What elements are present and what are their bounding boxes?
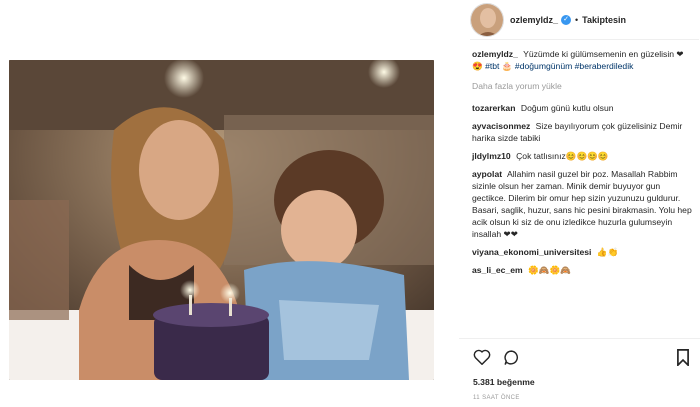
post-photo-area <box>0 0 459 407</box>
hashtag-tbt[interactable]: #tbt <box>485 61 499 71</box>
comment-username[interactable]: aypolat <box>472 169 502 179</box>
comment-item: as_li_ec_em 🌼🙈🌼🙈 <box>472 264 692 276</box>
hashtag-beraberdiledik[interactable]: #beraberdiledik <box>575 61 634 71</box>
bookmark-icon[interactable] <box>676 349 690 371</box>
post-photo[interactable] <box>9 60 434 380</box>
comment-item: aypolat Allahim nasil guzel bir poz. Mas… <box>472 168 692 240</box>
comment-text: Doğum günü kutlu olsun <box>520 103 614 113</box>
caption-username[interactable]: ozlemyldz_ <box>472 49 518 59</box>
comment-item: jldylmz10 Çok tatlısınız😊😊😊😊 <box>472 150 692 162</box>
comment-username[interactable]: viyana_ekonomi_universitesi <box>472 247 591 257</box>
comment-item: tozarerkan Doğum günü kutlu olsun <box>472 102 692 114</box>
comment-username[interactable]: ayvacisonmez <box>472 121 530 131</box>
comment-bubble-icon[interactable] <box>503 349 520 371</box>
post-author-username[interactable]: ozlemyldz_ <box>510 15 558 25</box>
comment-item: ayvacisonmez Size bayılıyorum çok güzeli… <box>472 120 692 144</box>
like-count[interactable]: 5.381 beğenme <box>473 377 535 387</box>
load-more-comments-link[interactable]: Daha fazla yorum yükle <box>472 80 692 92</box>
comment-username[interactable]: as_li_ec_em <box>472 265 523 275</box>
comment-username[interactable]: tozarerkan <box>472 103 515 113</box>
bookmark-icon-svg <box>677 349 689 368</box>
hashtag-dogumgunum[interactable]: #doğumgünüm <box>515 61 572 71</box>
comment-list: ozlemyldz_ Yüzümde ki gülümsemenin en gü… <box>472 48 692 282</box>
comment-text: 👍👏 <box>596 247 619 257</box>
post-header: ozlemyldz_ ✓ • Takiptesin <box>470 0 699 40</box>
heart-outline-icon[interactable] <box>473 349 491 371</box>
avatar-image <box>471 3 503 36</box>
comment-icon-svg <box>504 350 518 365</box>
verified-badge-icon: ✓ <box>561 14 572 25</box>
avatar[interactable] <box>470 2 504 37</box>
comment-text: Çok tatlısınız😊😊😊😊 <box>516 151 609 161</box>
comment-username[interactable]: jldylmz10 <box>472 151 511 161</box>
cake-emoji: 🎂 <box>501 61 513 71</box>
post-actions-bar: 5.381 beğenme 11 SAAT ÖNCE <box>459 338 700 407</box>
following-button[interactable]: Takiptesin <box>582 15 626 25</box>
like-icon-svg <box>473 349 491 366</box>
comment-text: Allahim nasil guzel bir poz. Masallah Ra… <box>472 169 692 239</box>
birthday-photo-image <box>9 60 434 380</box>
comment-item: viyana_ekonomi_universitesi 👍👏 <box>472 246 692 258</box>
post-timestamp: 11 SAAT ÖNCE <box>473 395 520 401</box>
header-separator: • <box>575 14 579 25</box>
caption: ozlemyldz_ Yüzümde ki gülümsemenin en gü… <box>472 48 692 72</box>
comment-text: 🌼🙈🌼🙈 <box>528 265 571 275</box>
action-icons <box>473 349 520 371</box>
